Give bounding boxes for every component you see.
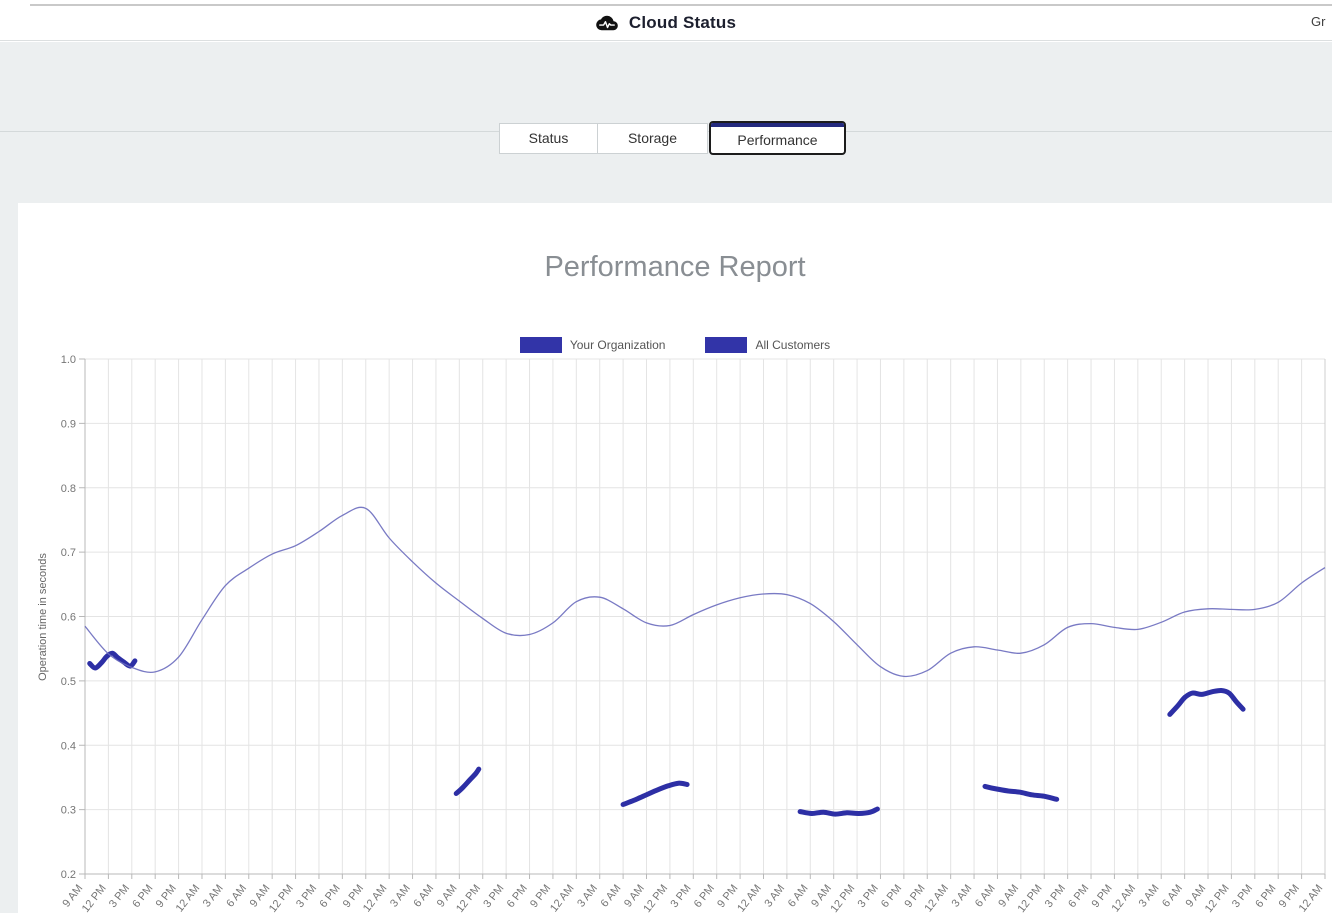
cloud-pulse-icon: [596, 14, 618, 32]
tab-status[interactable]: Status: [499, 123, 598, 154]
tab-bar: Status Storage Performance: [499, 123, 846, 155]
legend-label: All Customers: [755, 338, 830, 352]
app-title: Cloud Status: [629, 13, 736, 33]
chart-legend: Your Organization All Customers: [18, 337, 1332, 353]
legend-item-all-customers[interactable]: All Customers: [705, 337, 830, 353]
header-right-link[interactable]: Gr: [1311, 14, 1325, 29]
brand: Cloud Status: [0, 6, 1332, 40]
all-customers-swatch: [705, 337, 747, 353]
report-card: Performance Report Your Organization All…: [18, 203, 1332, 913]
legend-item-your-organization[interactable]: Your Organization: [520, 337, 666, 353]
tab-performance[interactable]: Performance: [709, 121, 846, 155]
chart-title: Performance Report: [18, 203, 1332, 287]
legend-label: Your Organization: [570, 338, 666, 352]
app-header: Cloud Status Gr: [0, 6, 1332, 41]
tab-storage[interactable]: Storage: [597, 123, 708, 154]
your-organization-swatch: [520, 337, 562, 353]
